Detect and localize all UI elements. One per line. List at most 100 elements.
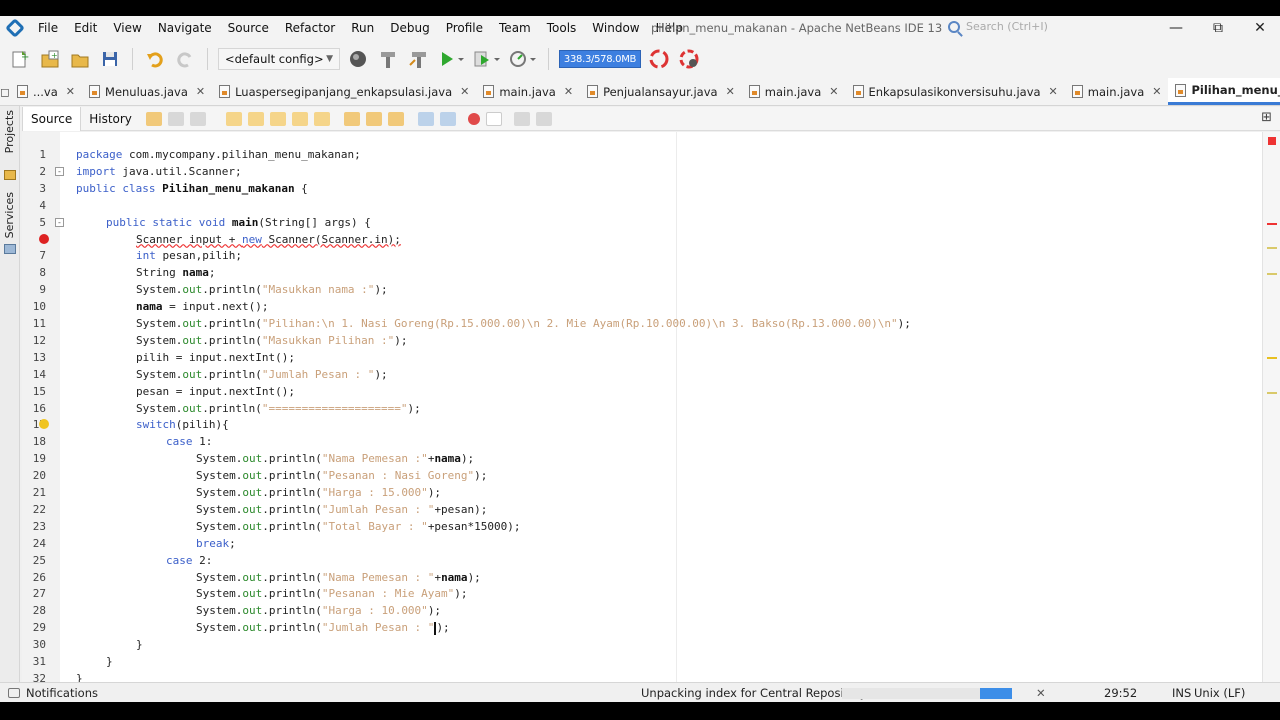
shift-right-icon[interactable] xyxy=(439,111,456,126)
fold-toggle-icon[interactable]: - xyxy=(55,217,64,227)
source-tab[interactable]: Source xyxy=(22,106,82,131)
close-tab-icon[interactable]: ✕ xyxy=(829,85,838,98)
code-line[interactable]: break; xyxy=(196,535,236,552)
editor-tab[interactable]: main.java ✕ xyxy=(742,78,846,105)
last-edit-icon[interactable] xyxy=(189,111,206,126)
code-line[interactable]: switch(pilih){ xyxy=(136,416,229,433)
close-tab-icon[interactable]: ✕ xyxy=(66,85,75,98)
previous-bookmark-icon[interactable] xyxy=(343,111,360,126)
code-line[interactable]: String nama; xyxy=(136,264,215,281)
code-line[interactable]: } xyxy=(106,653,113,670)
code-line[interactable]: } xyxy=(136,636,143,653)
cancel-task-icon[interactable]: ✕ xyxy=(1036,686,1046,700)
code-line[interactable]: public class Pilihan_menu_makanan { xyxy=(76,180,308,197)
code-line[interactable]: System.out.println("Jumlah Pesan : "+pes… xyxy=(196,501,487,518)
close-tab-icon[interactable]: ✕ xyxy=(1049,85,1058,98)
next-bookmark-icon[interactable] xyxy=(365,111,382,126)
editor-tab[interactable]: Menuluas.java ✕ xyxy=(82,78,212,105)
editor-tab[interactable]: ...va ✕ xyxy=(10,78,82,105)
code-line[interactable]: System.out.println("Masukkan Pilihan :")… xyxy=(136,332,408,349)
restore-button[interactable]: ⧉ xyxy=(1198,16,1238,40)
code-line[interactable]: nama = input.next(); xyxy=(136,298,268,315)
search-box[interactable]: Search (Ctrl+I) xyxy=(948,20,1048,33)
close-tab-icon[interactable]: ✕ xyxy=(1152,85,1161,98)
restore-window-icon[interactable]: ◻ xyxy=(0,78,10,105)
menu-view[interactable]: View xyxy=(105,16,149,40)
code-line[interactable]: System.out.println("Jumlah Pesan : "); xyxy=(136,366,388,383)
back-icon[interactable] xyxy=(145,111,162,126)
editor-tab[interactable]: Enkapsulasikonversisuhu.java ✕ xyxy=(846,78,1065,105)
new-file-icon[interactable]: + xyxy=(8,47,32,71)
code-line[interactable]: package com.mycompany.pilihan_menu_makan… xyxy=(76,146,361,163)
services-side-tab[interactable]: Services xyxy=(3,192,16,238)
code-line[interactable]: pilih = input.nextInt(); xyxy=(136,349,295,366)
undo-icon[interactable] xyxy=(143,47,167,71)
minimize-button[interactable]: — xyxy=(1156,16,1196,40)
code-line[interactable]: case 1: xyxy=(166,433,212,450)
code-line[interactable]: pesan = input.nextInt(); xyxy=(136,383,295,400)
code-line[interactable]: System.out.println("Total Bayar : "+pesa… xyxy=(196,518,521,535)
toggle-bookmark-icon[interactable] xyxy=(387,111,404,126)
code-line[interactable]: System.out.println("Pesanan : Mie Ayam")… xyxy=(196,585,468,602)
error-annotation-icon[interactable] xyxy=(39,233,49,244)
code-line[interactable]: import java.util.Scanner; xyxy=(76,163,242,180)
open-project-icon[interactable] xyxy=(68,47,92,71)
stop-macro-icon[interactable] xyxy=(485,111,502,126)
forward-icon[interactable] xyxy=(167,111,184,126)
code-line[interactable]: System.out.println("Nama Pemesan : "+nam… xyxy=(196,569,481,586)
browser-icon[interactable] xyxy=(346,47,370,71)
projects-side-tab[interactable]: Projects xyxy=(3,110,16,153)
editor-tab[interactable]: Penjualansayur.java ✕ xyxy=(580,78,742,105)
editor-tab[interactable]: main.java ✕ xyxy=(1065,78,1169,105)
notifications-button[interactable]: Notifications xyxy=(8,686,98,700)
menu-source[interactable]: Source xyxy=(220,16,277,40)
profile-icon[interactable] xyxy=(508,47,538,71)
start-macro-icon[interactable] xyxy=(467,112,480,125)
menu-debug[interactable]: Debug xyxy=(382,16,437,40)
menu-edit[interactable]: Edit xyxy=(66,16,105,40)
shift-left-icon[interactable] xyxy=(417,111,434,126)
memory-meter[interactable]: 338.3/578.0MB xyxy=(559,50,641,68)
save-all-icon[interactable] xyxy=(98,47,122,71)
new-project-icon[interactable]: + xyxy=(38,47,62,71)
clean-build-icon[interactable] xyxy=(406,47,430,71)
fold-toggle-icon[interactable]: - xyxy=(55,166,64,176)
code-line[interactable]: System.out.println("Jumlah Pesan : "); xyxy=(196,619,450,636)
uncomment-icon[interactable] xyxy=(535,111,552,126)
code-line[interactable]: public static void main(String[] args) { xyxy=(106,214,371,231)
find-icon[interactable] xyxy=(225,111,242,126)
code-line[interactable]: System.out.println("Pesanan : Nasi Goren… xyxy=(196,467,487,484)
toggle-highlight-icon[interactable] xyxy=(291,111,308,126)
menu-team[interactable]: Team xyxy=(491,16,539,40)
close-window-button[interactable]: ✕ xyxy=(1240,16,1280,40)
code-line[interactable]: case 2: xyxy=(166,552,212,569)
comment-icon[interactable] xyxy=(513,111,530,126)
debug-icon[interactable] xyxy=(472,47,502,71)
menu-window[interactable]: Window xyxy=(584,16,647,40)
editor-tab[interactable]: Luaspersegipanjang_enkapsulasi.java ✕ xyxy=(212,78,476,105)
code-line[interactable]: System.out.println("Harga : 10.000"); xyxy=(196,602,441,619)
editor-tab[interactable]: main.java ✕ xyxy=(476,78,580,105)
menu-profile[interactable]: Profile xyxy=(438,16,491,40)
build-icon[interactable] xyxy=(376,47,400,71)
menu-refactor[interactable]: Refactor xyxy=(277,16,343,40)
code-line[interactable]: System.out.println("Pilihan:\n 1. Nasi G… xyxy=(136,315,911,332)
menu-file[interactable]: File xyxy=(30,16,66,40)
toggle-rect-selection-icon[interactable] xyxy=(313,111,330,126)
code-line[interactable]: System.out.println("====================… xyxy=(136,400,421,417)
code-line[interactable]: System.out.println("Harga : 15.000"); xyxy=(196,484,441,501)
split-editor-icon[interactable]: ⊞ xyxy=(1261,110,1272,125)
close-tab-icon[interactable]: ✕ xyxy=(564,85,573,98)
find-next-icon[interactable] xyxy=(269,111,286,126)
profiler-snapshot-icon[interactable] xyxy=(677,47,701,71)
redo-icon[interactable] xyxy=(173,47,197,71)
menu-run[interactable]: Run xyxy=(343,16,382,40)
menu-navigate[interactable]: Navigate xyxy=(150,16,220,40)
find-previous-icon[interactable] xyxy=(247,111,264,126)
close-tab-icon[interactable]: ✕ xyxy=(726,85,735,98)
config-select[interactable]: <default config> ▼ xyxy=(218,48,340,70)
code-line[interactable]: Scanner input + new Scanner(Scanner.in); xyxy=(136,231,401,248)
gc-icon[interactable] xyxy=(647,47,671,71)
history-tab[interactable]: History xyxy=(81,107,140,131)
editor-tab[interactable]: Pilihan_menu_makanan.java✕ xyxy=(1168,78,1280,105)
